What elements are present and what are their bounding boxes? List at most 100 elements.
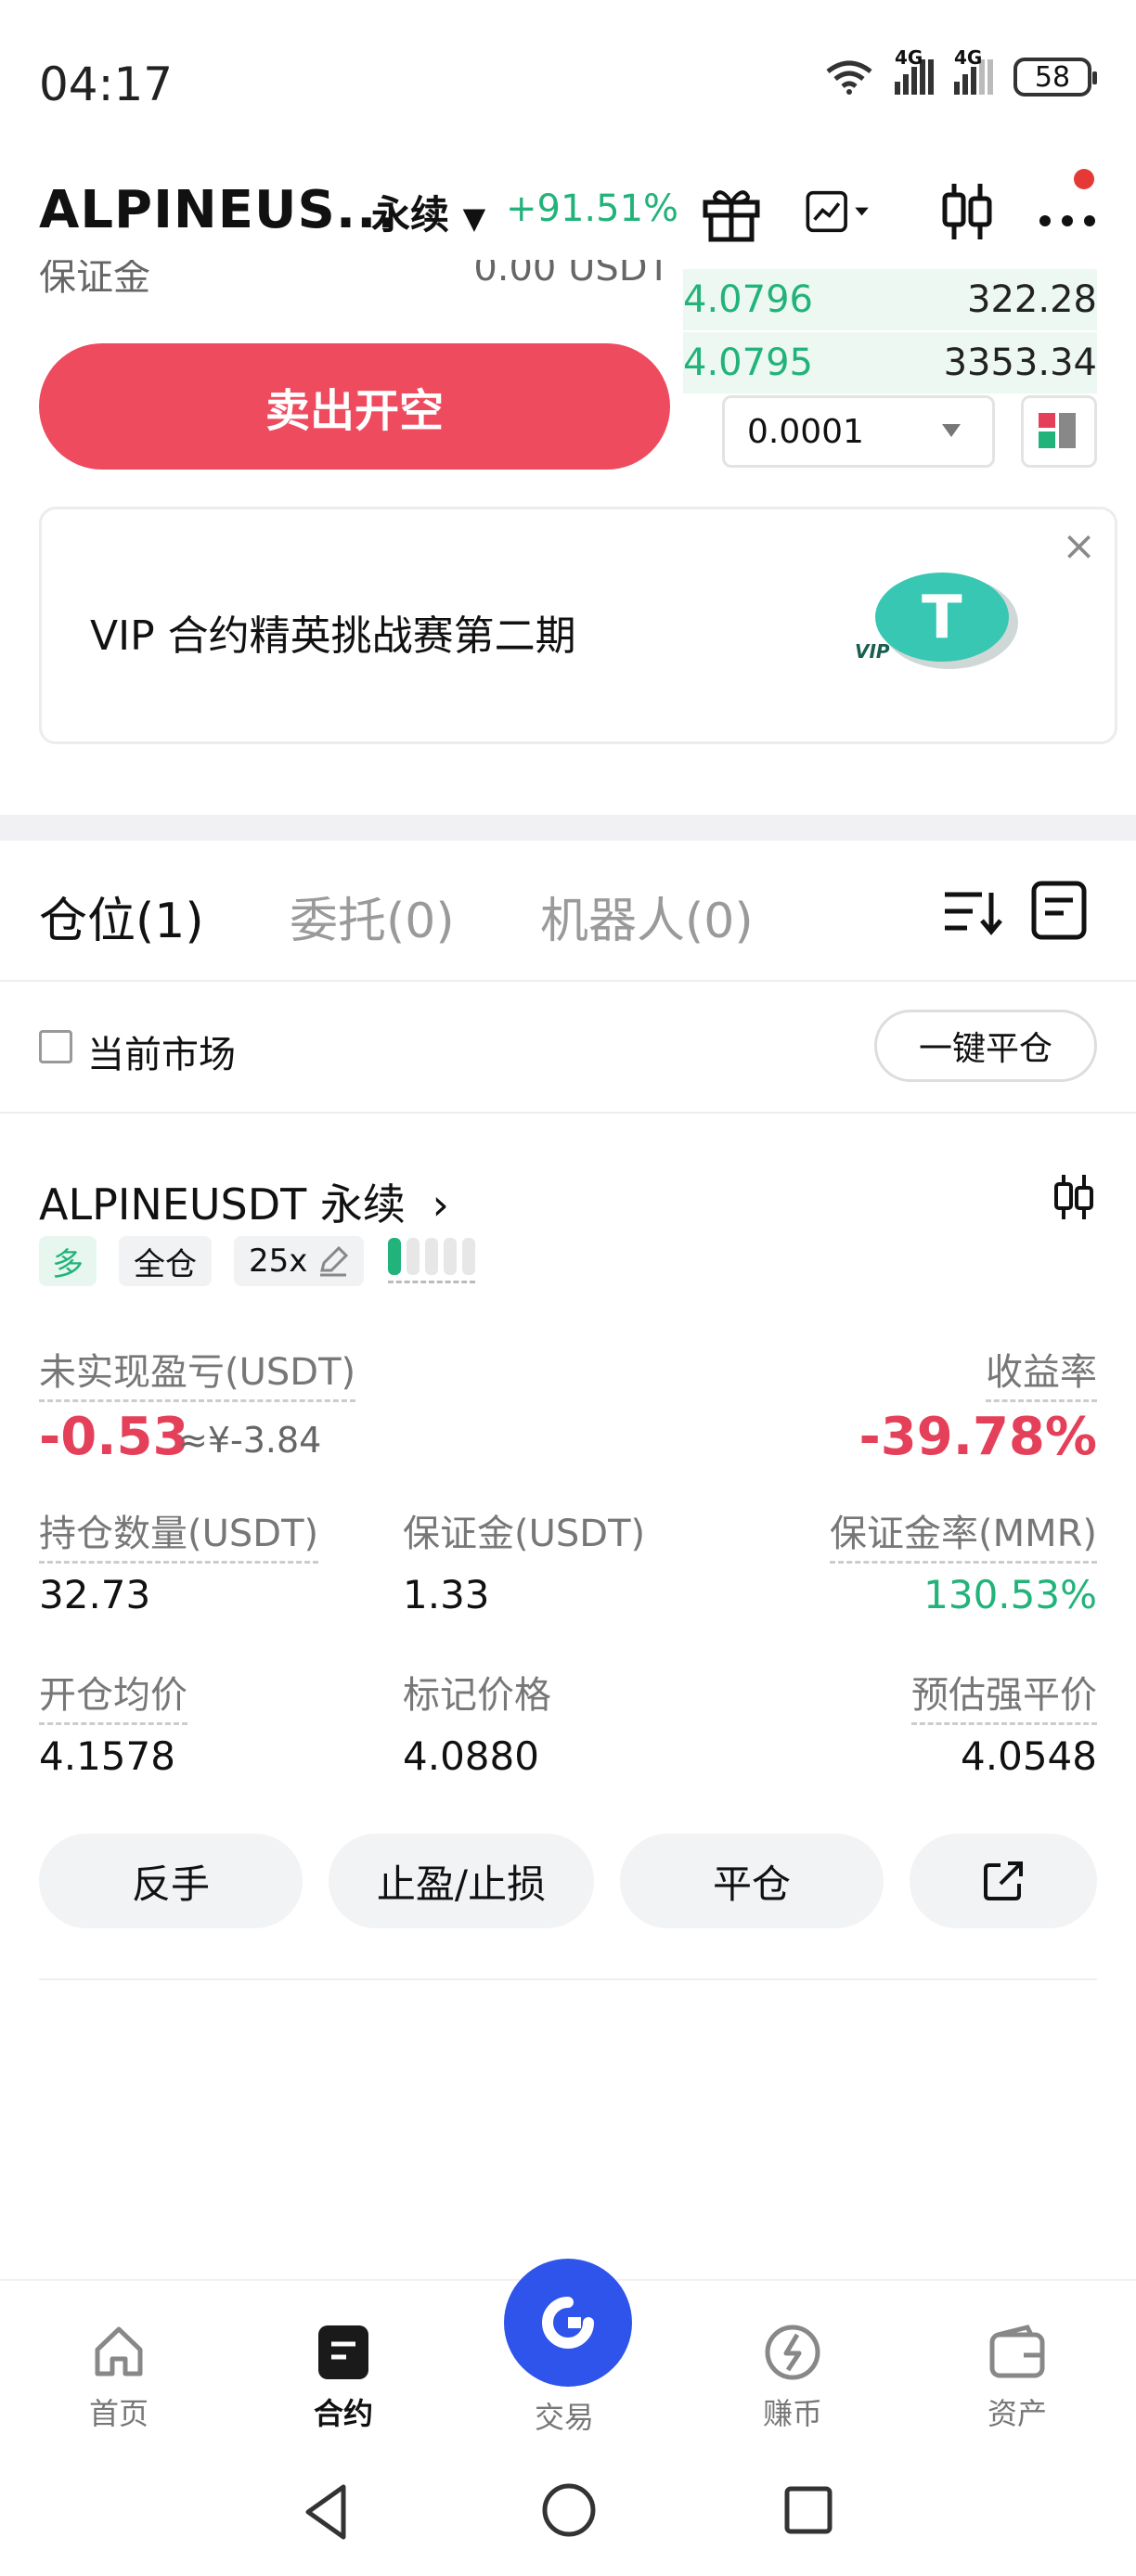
- side-badge: 多: [39, 1236, 97, 1286]
- svg-text:T: T: [922, 584, 962, 652]
- roe-label[interactable]: 收益率: [986, 1342, 1097, 1402]
- wallet-icon: [989, 2325, 1045, 2378]
- nav-trade-button[interactable]: [504, 2259, 632, 2387]
- position-size-value: 32.73: [39, 1572, 151, 1617]
- leverage-value: 25x: [249, 1243, 308, 1280]
- precision-value: 0.0001: [747, 412, 864, 451]
- nav-contract-label: 合约: [313, 2396, 373, 2431]
- ob-price: 4.0795: [683, 341, 813, 384]
- section-divider: [0, 815, 1136, 841]
- margin-label: 保证金(USDT): [403, 1513, 646, 1555]
- current-market-checkbox[interactable]: [39, 1030, 72, 1063]
- notification-dot: [1074, 169, 1094, 189]
- wifi-icon: [826, 60, 872, 95]
- recents-icon[interactable]: [780, 2481, 837, 2539]
- position-tabs: 仓位(1) 委托(0) 机器人(0): [0, 841, 1136, 982]
- candlestick-icon[interactable]: [1051, 1171, 1097, 1223]
- nav-assets[interactable]: 资产: [943, 2322, 1091, 2433]
- contract-type-label: 永续: [371, 192, 450, 238]
- share-icon: [984, 1861, 1023, 1900]
- nav-assets-label: 资产: [987, 2396, 1047, 2431]
- unrealized-pnl-label[interactable]: 未实现盈亏(USDT): [39, 1342, 356, 1402]
- banner-text: VIP 合约精英挑战赛第二期: [90, 612, 576, 660]
- candlestick-icon[interactable]: [930, 174, 1004, 249]
- close-all-button[interactable]: 一键平仓: [874, 1010, 1097, 1082]
- mmr-label[interactable]: 保证金率(MMR): [829, 1503, 1097, 1564]
- entry-price-label[interactable]: 开仓均价: [39, 1665, 187, 1725]
- margin-row-label: 保证金: [39, 260, 150, 299]
- pair-name[interactable]: ALPINEUS...: [39, 180, 398, 240]
- tab-orders[interactable]: 委托(0): [290, 882, 455, 951]
- close-icon[interactable]: ×: [1062, 522, 1096, 570]
- contract-type-dropdown[interactable]: 永续 ▼: [371, 184, 485, 240]
- risk-segment: [462, 1238, 475, 1275]
- mark-price-label: 标记价格: [403, 1674, 551, 1717]
- order-book-row[interactable]: 4.0795 3353.34: [683, 332, 1097, 393]
- risk-segment: [444, 1238, 457, 1275]
- signal-icon-1: 4G: [895, 46, 934, 95]
- reverse-button[interactable]: 反手: [39, 1834, 303, 1928]
- network-label-1: 4G: [895, 46, 923, 69]
- tpsl-button[interactable]: 止盈/止损: [329, 1834, 594, 1928]
- sell-short-button[interactable]: 卖出开空: [39, 343, 670, 470]
- order-book: 4.0796 322.28 4.0795 3353.34: [683, 269, 1097, 395]
- chevron-right-icon: ›: [432, 1179, 449, 1230]
- network-label-2: 4G: [954, 46, 983, 69]
- sort-icon[interactable]: [939, 882, 1002, 941]
- earn-icon: [765, 2325, 820, 2380]
- ob-qty: 3353.34: [943, 341, 1097, 384]
- status-time: 04:17: [39, 58, 174, 111]
- status-icons: 4G 4G 58: [824, 46, 1097, 97]
- position-size-label[interactable]: 持仓数量(USDT): [39, 1503, 319, 1564]
- mmr-value: 130.53%: [923, 1572, 1097, 1617]
- status-bar: 04:17 4G 4G 58: [0, 0, 1136, 158]
- ob-price: 4.0796: [683, 278, 813, 321]
- header: ALPINEUS... 永续 ▼ +91.51%: [0, 158, 1136, 269]
- edit-icon: [320, 1245, 349, 1277]
- unrealized-pnl-value: -0.53: [39, 1407, 189, 1467]
- nav-home[interactable]: 首页: [45, 2322, 193, 2433]
- tab-bots[interactable]: 机器人(0): [540, 882, 754, 951]
- orderbook-layout-button[interactable]: [1021, 395, 1097, 468]
- mark-price-value: 4.0880: [403, 1733, 539, 1779]
- liq-price-value: 4.0548: [961, 1733, 1097, 1779]
- nav-earn-label: 赚币: [762, 2396, 822, 2431]
- nav-earn[interactable]: 赚币: [718, 2322, 867, 2433]
- home-icon: [95, 2326, 143, 2376]
- contract-icon: [318, 2325, 368, 2379]
- position-symbol: ALPINEUSDT 永续: [39, 1179, 406, 1230]
- caret-down-icon: [942, 424, 961, 437]
- nav-contract[interactable]: 合约: [269, 2322, 418, 2433]
- liq-price-label[interactable]: 预估强平价: [911, 1665, 1097, 1725]
- close-position-button[interactable]: 平仓: [620, 1834, 884, 1928]
- back-icon[interactable]: [297, 2479, 356, 2544]
- card-divider: [39, 1978, 1097, 1980]
- nav-trade-label[interactable]: 交易: [535, 2394, 594, 2437]
- margin-mode-badge: 全仓: [119, 1236, 212, 1286]
- share-button[interactable]: [910, 1834, 1097, 1928]
- filter-row: 当前市场 一键平仓: [0, 984, 1136, 1114]
- risk-segment: [388, 1238, 401, 1275]
- more-icon[interactable]: [1030, 174, 1104, 249]
- order-book-row[interactable]: 4.0796 322.28: [683, 269, 1097, 330]
- nav-home-label: 首页: [88, 2396, 148, 2431]
- layout-icon: [1039, 413, 1076, 448]
- promo-banner[interactable]: VIP 合约精英挑战赛第二期 × T VIP: [39, 507, 1117, 744]
- precision-select[interactable]: 0.0001: [722, 395, 995, 468]
- price-change: +91.51%: [506, 187, 679, 230]
- margin-row-clipped: 保证金 0.00 USDT: [39, 260, 670, 304]
- leverage-badge[interactable]: 25x: [234, 1236, 364, 1286]
- system-nav-bar: [0, 2452, 1136, 2576]
- trade-icon: [542, 2297, 594, 2349]
- history-icon[interactable]: [1028, 880, 1090, 941]
- tab-positions[interactable]: 仓位(1): [39, 882, 204, 951]
- svg-text:VIP: VIP: [855, 640, 890, 663]
- chart-dropdown-icon[interactable]: [804, 174, 878, 249]
- gift-icon[interactable]: [694, 174, 768, 249]
- risk-level-bar[interactable]: [388, 1238, 475, 1283]
- position-title[interactable]: ALPINEUSDT 永续 ›: [39, 1171, 449, 1232]
- margin-row-value: 0.00 USDT: [473, 260, 670, 290]
- current-market-label[interactable]: 当前市场: [87, 1024, 236, 1078]
- risk-segment: [407, 1238, 420, 1275]
- home-circle-icon[interactable]: [538, 2479, 600, 2541]
